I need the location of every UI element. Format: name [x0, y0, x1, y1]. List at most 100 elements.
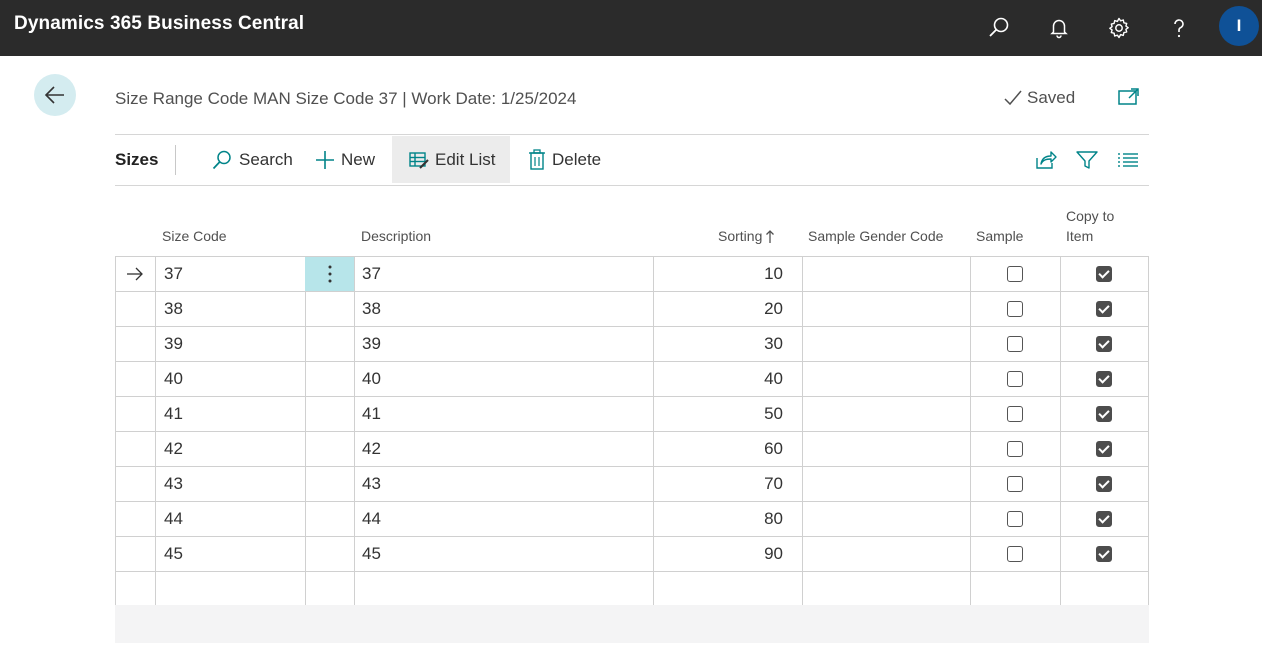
size-code-cell[interactable]: 39: [164, 327, 183, 361]
copy-to-item-checkbox[interactable]: [1096, 546, 1112, 562]
sorting-cell[interactable]: 20: [653, 292, 783, 326]
table-row[interactable]: 37 37 10: [116, 257, 1148, 292]
sample-checkbox[interactable]: [1007, 441, 1023, 457]
copy-to-item-checkbox[interactable]: [1096, 406, 1112, 422]
sorting-cell[interactable]: 90: [653, 537, 783, 571]
sorting-cell[interactable]: 10: [653, 257, 783, 291]
copy-to-item-checkbox[interactable]: [1096, 336, 1112, 352]
copy-to-item-checkbox[interactable]: [1096, 301, 1112, 317]
sample-checkbox[interactable]: [1007, 511, 1023, 527]
size-code-cell[interactable]: 45: [164, 537, 183, 571]
column-divider: [802, 537, 803, 571]
table-row[interactable]: 45 45 90: [116, 537, 1148, 572]
search-icon[interactable]: [983, 12, 1015, 44]
search-button[interactable]: Search: [203, 136, 301, 183]
description-cell[interactable]: 37: [362, 257, 381, 291]
table-row[interactable]: 42 42 60: [116, 432, 1148, 467]
filter-icon[interactable]: [1075, 148, 1099, 172]
column-divider: [155, 257, 156, 291]
table-row[interactable]: 44 44 80: [116, 502, 1148, 537]
sorting-cell[interactable]: 30: [653, 327, 783, 361]
row-actions-ellipsis-icon[interactable]: [305, 257, 354, 291]
column-header-size-code[interactable]: Size Code: [162, 226, 227, 246]
gear-icon[interactable]: [1103, 12, 1135, 44]
size-code-cell[interactable]: 38: [164, 292, 183, 326]
description-cell[interactable]: 43: [362, 467, 381, 501]
delete-button[interactable]: Delete: [520, 136, 609, 183]
size-code-cell[interactable]: 43: [164, 467, 183, 501]
description-cell[interactable]: 40: [362, 362, 381, 396]
new-button[interactable]: New: [307, 136, 383, 183]
column-header-description[interactable]: Description: [361, 226, 431, 246]
table-row[interactable]: 38 38 20: [116, 292, 1148, 327]
column-divider: [155, 572, 156, 606]
bell-icon[interactable]: [1043, 12, 1075, 44]
table-row[interactable]: 43 43 70: [116, 467, 1148, 502]
app-title[interactable]: Dynamics 365 Business Central: [14, 13, 304, 35]
description-cell[interactable]: 38: [362, 292, 381, 326]
column-divider: [970, 432, 971, 466]
sample-checkbox[interactable]: [1007, 301, 1023, 317]
sample-checkbox[interactable]: [1007, 371, 1023, 387]
divider: [115, 185, 1149, 186]
sample-checkbox[interactable]: [1007, 336, 1023, 352]
column-header-sample-gender-code[interactable]: Sample Gender Code: [808, 226, 943, 246]
sorting-cell[interactable]: 70: [653, 467, 783, 501]
column-divider: [1060, 397, 1061, 431]
sample-checkbox[interactable]: [1007, 546, 1023, 562]
edit-list-button[interactable]: Edit List: [392, 136, 510, 183]
share-icon[interactable]: [1034, 148, 1058, 172]
list-view-icon[interactable]: [1116, 148, 1140, 172]
column-divider: [1060, 257, 1061, 291]
sorting-cell[interactable]: 50: [653, 397, 783, 431]
table-row[interactable]: 39 39 30: [116, 327, 1148, 362]
description-cell[interactable]: 44: [362, 502, 381, 536]
edit-list-icon: [409, 151, 429, 169]
column-divider: [354, 362, 355, 396]
column-divider: [653, 572, 654, 606]
copy-to-item-checkbox[interactable]: [1096, 371, 1112, 387]
description-cell[interactable]: 42: [362, 432, 381, 466]
column-divider: [1060, 502, 1061, 536]
table-row[interactable]: 41 41 50: [116, 397, 1148, 432]
column-divider: [1060, 432, 1061, 466]
column-divider: [354, 537, 355, 571]
size-code-cell[interactable]: 37: [164, 257, 183, 291]
back-button[interactable]: [34, 74, 76, 116]
description-cell[interactable]: 41: [362, 397, 381, 431]
current-row-arrow-icon: [126, 257, 144, 291]
column-divider: [802, 257, 803, 291]
copy-to-item-checkbox[interactable]: [1096, 441, 1112, 457]
size-code-cell[interactable]: 40: [164, 362, 183, 396]
sorting-cell[interactable]: 40: [653, 362, 783, 396]
search-label: Search: [239, 149, 293, 169]
sample-checkbox[interactable]: [1007, 476, 1023, 492]
size-code-cell[interactable]: 41: [164, 397, 183, 431]
help-icon[interactable]: [1163, 12, 1195, 44]
column-divider: [970, 257, 971, 291]
column-divider: [1060, 362, 1061, 396]
sample-checkbox[interactable]: [1007, 406, 1023, 422]
sorting-cell[interactable]: 60: [653, 432, 783, 466]
column-header-copy-to-item[interactable]: Copy to Item: [1066, 206, 1114, 246]
column-divider: [1060, 327, 1061, 361]
size-code-cell[interactable]: 44: [164, 502, 183, 536]
copy-to-item-checkbox[interactable]: [1096, 511, 1112, 527]
sample-checkbox[interactable]: [1007, 266, 1023, 282]
open-in-new-window-icon[interactable]: [1117, 86, 1141, 108]
size-code-cell[interactable]: 42: [164, 432, 183, 466]
description-cell[interactable]: 39: [362, 327, 381, 361]
sorting-cell[interactable]: 80: [653, 502, 783, 536]
column-header-sorting[interactable]: Sorting: [718, 226, 775, 246]
column-divider: [970, 292, 971, 326]
column-divider: [970, 537, 971, 571]
description-cell[interactable]: 45: [362, 537, 381, 571]
table-row[interactable]: 40 40 40: [116, 362, 1148, 397]
copy-to-item-checkbox[interactable]: [1096, 266, 1112, 282]
avatar[interactable]: I: [1219, 6, 1259, 46]
column-divider: [155, 397, 156, 431]
column-divider: [305, 432, 306, 466]
copy-to-item-checkbox[interactable]: [1096, 476, 1112, 492]
table-row-empty[interactable]: [116, 572, 1148, 607]
column-header-sample[interactable]: Sample: [976, 226, 1023, 246]
